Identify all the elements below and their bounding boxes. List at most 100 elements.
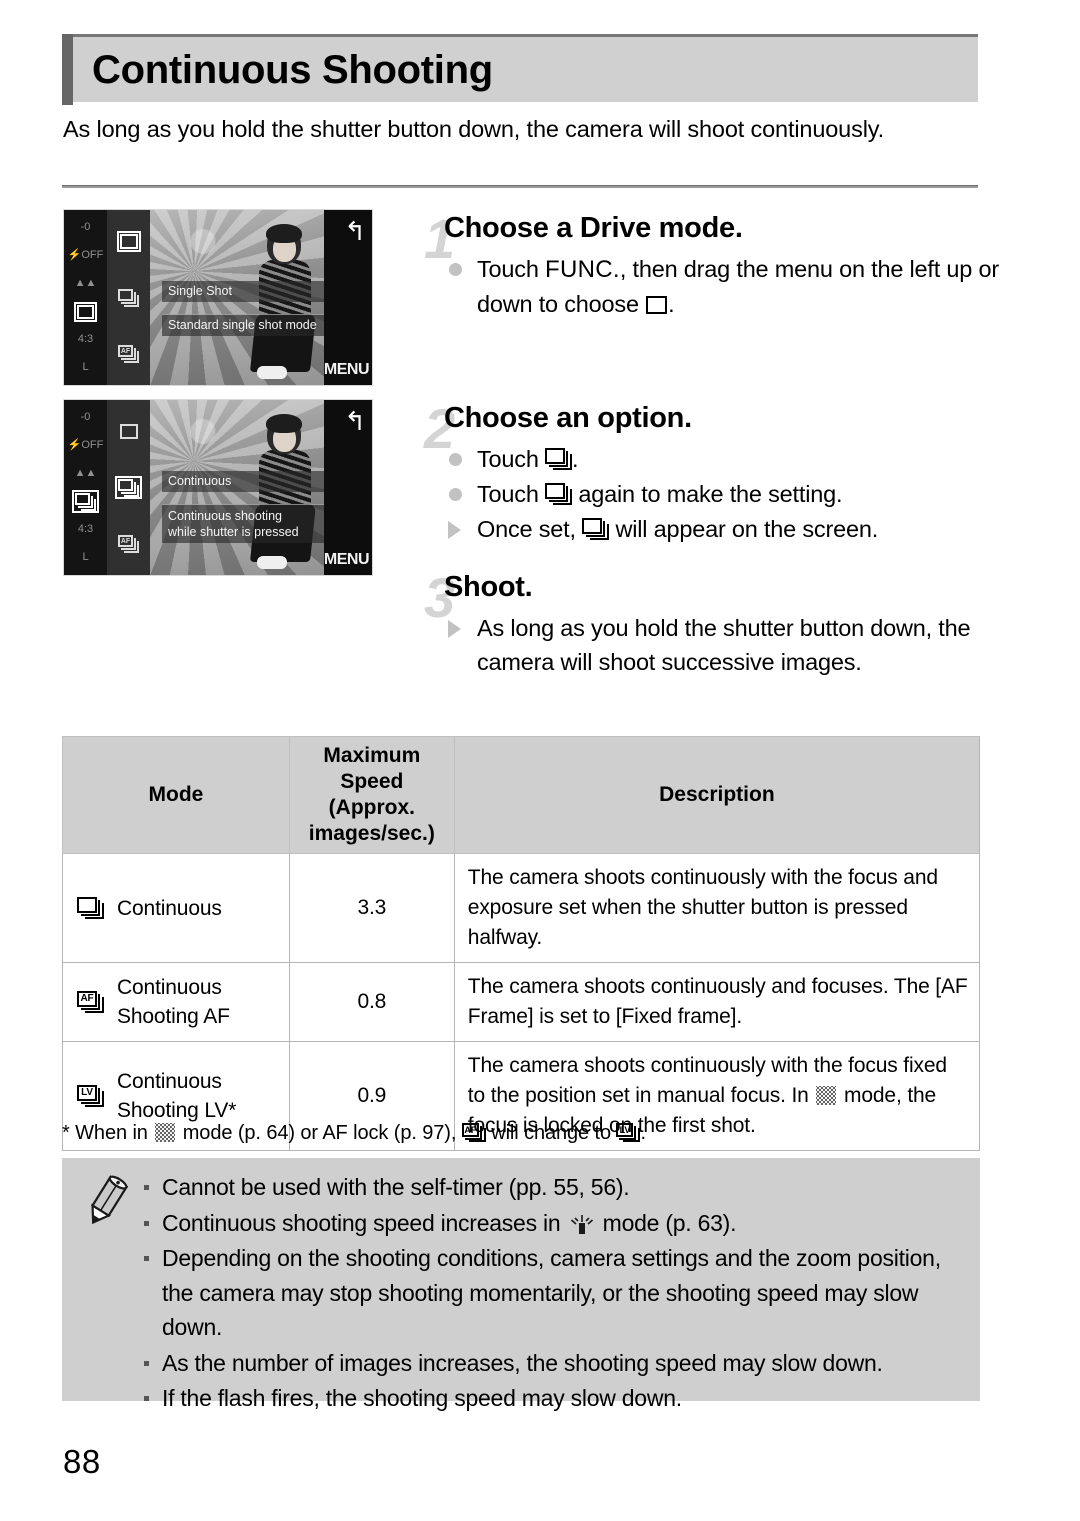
note-text: If the flash fires, the shooting speed m… [162,1385,682,1411]
speed-header-line-1: Maximum [323,744,421,767]
step-2-body: Touch . Touch again to make the setting.… [444,442,1034,546]
bullet-square-icon [144,1396,149,1401]
bullet-square-icon [144,1185,149,1190]
step-1-body: Touch FUNC., then drag the menu on the l… [444,252,1034,321]
page-title: Continuous Shooting [92,47,493,92]
option-label-desc-line1: Continuous shooting [168,509,282,523]
func-button-label: FUNC. [545,256,620,283]
footnote-part-3: will change to [485,1122,617,1144]
option-label-title: Single Shot [162,281,330,302]
back-arrow-icon[interactable]: ↰ [344,218,366,244]
menu-button-label[interactable]: MENU [324,551,370,569]
note-item: Continuous shooting speed increases in m… [140,1206,958,1241]
footnote-part-2: mode (p. 64) or AF lock (p. 97), [177,1122,462,1144]
bullet-square-icon [144,1220,149,1226]
step-3-body: As long as you hold the shutter button d… [444,611,1034,679]
cell-mode: AF Continuous Shooting AF [62,962,290,1042]
screenshot-func-menu-single-shot: -0 ⚡OFF ▲▲ 4:3 L AF Single Shot Standard… [63,209,373,386]
step-2-line-1-pre: Touch [477,446,546,472]
continuous-icon [77,897,104,919]
subject-shoe [257,556,287,569]
table-header-row: Mode Maximum Speed (Approx. images/sec.)… [62,736,981,854]
footnote-part-1: * When in [62,1122,154,1144]
bullet-dot-icon [449,263,462,276]
bullet-square-icon [144,1256,149,1261]
step-2-line-2-tail: again to make the setting. [572,481,843,507]
note-text-post: mode (p. 63). [596,1209,737,1236]
step-3: 3 Shoot. As long as you hold the shutter… [392,570,982,680]
bullet-triangle-icon [448,521,461,539]
continuous-af-icon: AF [461,1123,486,1142]
note-text: As the number of images increases, the s… [162,1349,883,1376]
func-category-column[interactable]: -0 ⚡OFF ▲▲ 4:3 L [64,210,107,385]
mode-name-line-1: Continuous [117,1070,222,1093]
macro-icon: ▲▲ [74,276,97,289]
step-2-line-3-tail: will appear on the screen. [609,516,879,542]
macro-icon: ▲▲ [74,466,97,479]
header-divider [62,185,978,188]
exposure-comp-icon: -0 [80,220,91,233]
step-1-line-1: Touch FUNC., then drag the menu on the l… [444,252,1034,321]
step-1-text-pre: Touch [477,256,546,282]
continuous-lv-icon: LV [616,1123,641,1142]
mode-name: Continuous Shooting LV* [117,1067,236,1125]
halftone-mode-icon [155,1123,176,1142]
drive-mode-icon-selected [64,301,107,322]
cell-description: The camera shoots continuously with the … [453,853,981,963]
continuous-af-icon: AF [77,991,104,1013]
note-item: Cannot be used with the self-timer (pp. … [140,1170,958,1205]
screenshot-func-menu-continuous: -0 ⚡OFF ▲▲ 4:3 L AF Continuous Continuou… [63,399,373,576]
note-text: Depending on the shooting conditions, ca… [162,1245,941,1340]
bullet-dot-icon [449,488,462,501]
option-continuous-af-icon: AF [107,344,150,364]
mode-name: Continuous Shooting AF [117,973,230,1031]
page-header: Continuous Shooting [62,34,978,105]
fireworks-mode-icon [570,1210,594,1234]
option-continuous-icon [107,288,150,307]
column-header-description: Description [453,736,981,854]
step-2-title: Choose an option. [444,402,692,434]
drive-mode-icon-selected [64,490,107,514]
table-row: AF Continuous Shooting AF 0.8 The camera… [62,962,981,1042]
option-continuous-icon [107,475,150,499]
mode-name-line-2: Shooting AF [117,1005,230,1028]
back-arrow-icon[interactable]: ↰ [344,408,366,434]
table-footnote: * When in mode (p. 64) or AF lock (p. 97… [62,1120,978,1146]
func-option-column[interactable]: AF [107,210,150,385]
notes-list: Cannot be used with the self-timer (pp. … [140,1170,958,1417]
flash-off-icon: ⚡OFF [67,438,104,451]
option-label-title: Continuous [162,471,330,492]
step-2-line-2-pre: Touch [477,481,546,507]
cell-speed: 0.8 [288,962,455,1042]
table-body: Continuous 3.3 The camera shoots continu… [62,853,981,1151]
mode-name-line-2: Shooting LV* [117,1099,237,1122]
column-header-speed: Maximum Speed (Approx. images/sec.) [288,736,455,854]
bullet-square-icon [144,1360,149,1366]
option-single-shot-icon [107,230,150,252]
flash-off-icon: ⚡OFF [67,248,104,261]
menu-button-label[interactable]: MENU [324,361,370,379]
cell-speed: 3.3 [288,853,455,963]
func-option-column[interactable]: AF [107,400,150,575]
bullet-triangle-icon [448,620,461,638]
speed-header-line-3: (Approx. [328,796,415,819]
func-menu-left-strip: -0 ⚡OFF ▲▲ 4:3 L AF [64,400,150,575]
exposure-comp-icon: -0 [80,410,91,423]
image-size-icon: L [82,361,89,374]
continuous-icon [545,448,573,470]
step-3-line-1-text: As long as you hold the shutter button d… [477,615,971,675]
option-label-description: Continuous shooting while shutter is pre… [162,504,330,543]
cell-description: The camera shoots continuously and focus… [453,962,981,1042]
table-header: Mode Maximum Speed (Approx. images/sec.)… [62,736,981,854]
step-2-line-3-pre: Once set, [477,516,583,542]
step-3-line-1: As long as you hold the shutter button d… [444,611,1034,679]
notes-box: Cannot be used with the self-timer (pp. … [62,1158,980,1411]
note-text: Cannot be used with the self-timer (pp. … [162,1174,630,1200]
option-continuous-af-icon: AF [107,534,150,554]
func-category-column[interactable]: -0 ⚡OFF ▲▲ 4:3 L [64,400,107,575]
halftone-mode-icon [816,1086,837,1105]
pencil-icon [91,1175,129,1225]
step-1-text-tail: . [668,291,675,317]
note-text-pre: Continuous shooting speed increases in [162,1209,567,1236]
step-2-line-2: Touch again to make the setting. [444,477,1034,511]
